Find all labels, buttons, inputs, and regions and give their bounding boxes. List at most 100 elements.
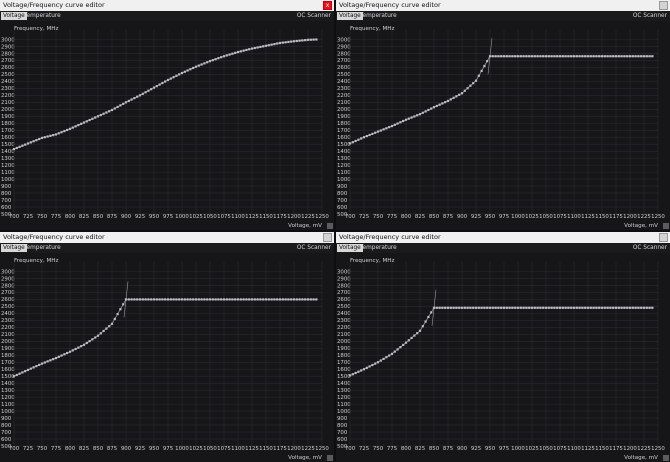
curve-point[interactable] (444, 101, 447, 104)
curve-point[interactable] (606, 306, 609, 309)
curve-point[interactable] (634, 306, 637, 309)
curve-point[interactable] (82, 343, 86, 346)
curve-point[interactable] (74, 125, 77, 128)
curve-point[interactable] (147, 89, 150, 92)
curve-point[interactable] (113, 317, 116, 321)
window-title-bar[interactable]: Voltage/Frequency curve editor (336, 232, 670, 243)
curve-point[interactable] (385, 356, 388, 359)
curve-point[interactable] (385, 127, 388, 130)
curve-point[interactable] (119, 308, 122, 311)
curve-point[interactable] (558, 306, 562, 309)
curve-point[interactable] (40, 136, 44, 140)
curve-point[interactable] (242, 298, 245, 301)
curve-point[interactable] (360, 369, 363, 372)
curve-point[interactable] (486, 60, 489, 63)
curve-point[interactable] (441, 102, 444, 105)
curve-point[interactable] (606, 55, 609, 58)
curve-point[interactable] (614, 306, 618, 309)
curve-point[interactable] (416, 114, 419, 117)
curve-point[interactable] (612, 55, 615, 58)
curve-point[interactable] (290, 298, 293, 301)
curve-point[interactable] (284, 298, 287, 301)
curve-point[interactable] (175, 298, 178, 301)
curve-point[interactable] (550, 306, 553, 309)
curve-point[interactable] (516, 306, 520, 309)
curve-point[interactable] (609, 55, 612, 58)
curve-point[interactable] (12, 375, 16, 378)
curve-point[interactable] (357, 370, 360, 373)
curve-point[interactable] (452, 96, 455, 99)
tab-temperature[interactable]: Temperature (358, 244, 399, 252)
curve-point[interactable] (292, 298, 296, 301)
curve-point[interactable] (166, 78, 170, 82)
curve-point[interactable] (102, 112, 105, 115)
curve-point[interactable] (452, 306, 455, 309)
curve-point[interactable] (516, 55, 520, 58)
curve-point[interactable] (550, 55, 553, 58)
close-icon[interactable] (323, 233, 332, 242)
curve-point[interactable] (556, 306, 559, 309)
oc-scanner-button[interactable]: OC Scanner (631, 244, 669, 252)
tab-temperature[interactable]: Temperature (22, 244, 63, 252)
curve-point[interactable] (637, 306, 640, 309)
curve-point[interactable] (575, 55, 578, 58)
curve-point[interactable] (642, 55, 646, 58)
curve-point[interactable] (63, 353, 66, 356)
curve-point[interactable] (315, 298, 318, 301)
curve-point[interactable] (444, 306, 447, 309)
curve-point[interactable] (424, 320, 427, 323)
curve-point[interactable] (102, 329, 105, 333)
curve-point[interactable] (376, 361, 380, 364)
curve-point[interactable] (99, 332, 102, 335)
curve-point[interactable] (519, 55, 522, 58)
curve-point[interactable] (416, 332, 419, 335)
curve-point[interactable] (203, 298, 206, 301)
curve-point[interactable] (595, 306, 598, 309)
curve-point[interactable] (438, 306, 441, 309)
curve-point[interactable] (393, 350, 396, 353)
curve-point[interactable] (18, 145, 21, 148)
curve-point[interactable] (91, 338, 94, 341)
curve-point[interactable] (410, 116, 413, 119)
curve-point[interactable] (500, 306, 503, 309)
curve-point[interactable] (390, 124, 394, 128)
curve-point[interactable] (589, 306, 592, 309)
curve-point[interactable] (614, 55, 618, 58)
curve-point[interactable] (312, 298, 315, 301)
curve-point[interactable] (374, 362, 377, 365)
curve-point[interactable] (396, 348, 399, 351)
curve-point[interactable] (284, 41, 287, 44)
window-title-bar[interactable]: Voltage/Frequency curve editor (336, 0, 670, 11)
curve-point[interactable] (648, 306, 651, 309)
curve-point[interactable] (578, 306, 581, 309)
curve-point[interactable] (306, 38, 310, 41)
curve-point[interactable] (38, 363, 41, 366)
curve-point[interactable] (68, 127, 72, 130)
curve-point[interactable] (127, 298, 130, 301)
curve-point[interactable] (108, 110, 111, 113)
curve-point[interactable] (628, 306, 632, 309)
curve-point[interactable] (105, 327, 108, 330)
curve-point[interactable] (388, 354, 391, 357)
curve-point[interactable] (276, 42, 279, 45)
curve-point[interactable] (564, 306, 567, 309)
curve-point[interactable] (96, 115, 100, 118)
curve-point[interactable] (161, 298, 164, 301)
curve-point[interactable] (211, 59, 214, 62)
curve-point[interactable] (304, 39, 307, 42)
curve-point[interactable] (547, 306, 550, 309)
curve-point[interactable] (362, 368, 366, 371)
curve-point[interactable] (620, 55, 623, 58)
curve-point[interactable] (245, 298, 248, 301)
curve-point[interactable] (110, 322, 114, 325)
curve-point[interactable] (52, 358, 55, 361)
curve-point[interactable] (200, 63, 203, 66)
curve-point[interactable] (402, 119, 405, 123)
curve-point[interactable] (225, 298, 228, 301)
curve-point[interactable] (169, 77, 172, 80)
curve-point[interactable] (374, 131, 377, 134)
curve-point[interactable] (360, 137, 363, 140)
curve-point[interactable] (505, 306, 508, 309)
curve-point[interactable] (645, 306, 648, 309)
curve-point[interactable] (186, 69, 189, 72)
